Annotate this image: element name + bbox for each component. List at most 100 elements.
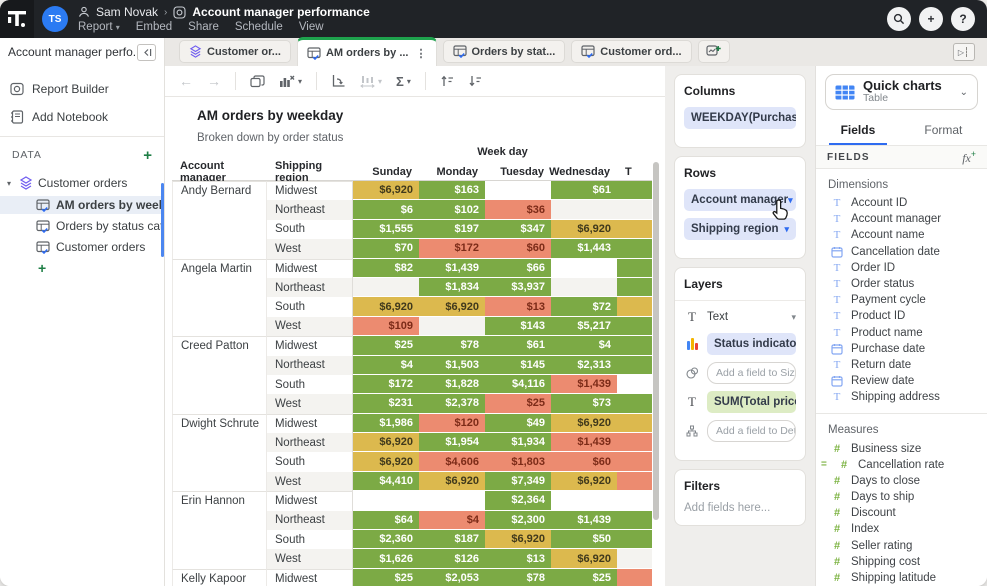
data-cell[interactable]: $25 (551, 569, 617, 586)
dimension-account-name[interactable]: TAccount name (816, 227, 987, 243)
data-cell-partial[interactable] (617, 297, 652, 316)
data-cell[interactable]: $2,378 (419, 394, 485, 413)
row-header-region[interactable]: West (267, 472, 353, 491)
data-cell[interactable]: $1,503 (419, 356, 485, 375)
row-header-region[interactable]: Midwest (267, 336, 353, 355)
table-scrollbar[interactable] (653, 162, 659, 520)
chart-title[interactable]: AM orders by weekday (197, 108, 343, 123)
row-header-manager[interactable]: Erin Hannon (172, 491, 267, 569)
data-cell[interactable]: $6,920 (419, 297, 485, 316)
data-cell[interactable] (485, 181, 551, 200)
sort-ascending-button[interactable] (440, 75, 454, 87)
datasource-item[interactable]: ▾ Customer orders (0, 173, 164, 193)
data-cell[interactable]: $2,360 (353, 530, 419, 549)
column-header-sunday[interactable]: Sunday (353, 164, 419, 181)
data-cell[interactable]: $73 (551, 394, 617, 413)
help-button[interactable]: ? (951, 7, 975, 31)
row-header-region[interactable]: Northeast (267, 356, 353, 375)
layer-input-add-a-field-to-size[interactable]: Add a field to Size (707, 362, 796, 384)
data-cell[interactable]: $172 (419, 239, 485, 258)
search-button[interactable] (887, 7, 911, 31)
field-pill-weekday-purchase-date[interactable]: WEEKDAY(Purchase date)▾ (684, 107, 796, 129)
nav-report[interactable]: Report ▾ (78, 21, 120, 33)
row-header-region[interactable]: Midwest (267, 181, 353, 200)
data-cell-partial[interactable] (617, 491, 652, 510)
measure-index[interactable]: #Index (816, 521, 987, 537)
row-header-region[interactable]: Midwest (267, 414, 353, 433)
data-cell-partial[interactable] (617, 452, 652, 471)
tab-orders-by-stat[interactable]: Orders by stat... (443, 40, 566, 63)
data-cell[interactable]: $61 (485, 336, 551, 355)
dimension-account-id[interactable]: TAccount ID (816, 195, 987, 211)
data-cell[interactable]: $6,920 (551, 414, 617, 433)
row-header-region[interactable]: Northeast (267, 278, 353, 297)
data-cell[interactable]: $1,439 (419, 259, 485, 278)
data-cell[interactable] (419, 317, 485, 336)
data-cell[interactable]: $61 (551, 181, 617, 200)
data-cell-partial[interactable] (617, 375, 652, 394)
measure-shipping-latitude[interactable]: #Shipping latitude (816, 570, 987, 586)
column-header-t[interactable]: T (617, 164, 652, 181)
data-cell[interactable]: $163 (419, 181, 485, 200)
data-cell[interactable]: $231 (353, 394, 419, 413)
nav-embed[interactable]: Embed (136, 21, 172, 33)
row-header-manager[interactable]: Andy Bernard (172, 181, 267, 259)
data-cell[interactable]: $25 (353, 336, 419, 355)
data-cell[interactable]: $6 (353, 200, 419, 219)
data-cell[interactable]: $4 (419, 511, 485, 530)
data-cell[interactable] (419, 491, 485, 510)
data-cell[interactable]: $64 (353, 511, 419, 530)
data-cell[interactable]: $50 (551, 530, 617, 549)
measure-days-to-ship[interactable]: #Days to ship (816, 489, 987, 505)
dimension-product-id[interactable]: TProduct ID (816, 308, 987, 324)
sidebar-item-am-orders-by-weekday[interactable]: AM orders by weekday⋮ (0, 196, 164, 214)
data-cell[interactable]: $25 (353, 569, 419, 586)
add-formula-button[interactable]: fx+ (962, 149, 976, 166)
redo-button[interactable]: → (207, 73, 221, 89)
row-header-region[interactable]: South (267, 220, 353, 239)
data-cell[interactable]: $1,934 (485, 433, 551, 452)
data-cell[interactable]: $78 (419, 336, 485, 355)
data-cell[interactable]: $1,443 (551, 239, 617, 258)
kebab-menu-icon[interactable]: ⋮ (416, 47, 427, 60)
data-cell[interactable]: $197 (419, 220, 485, 239)
data-cell[interactable]: $120 (419, 414, 485, 433)
data-cell[interactable]: $72 (551, 297, 617, 316)
dimension-cancellation-date[interactable]: Cancellation date (816, 244, 987, 260)
tab-format[interactable]: Format (912, 118, 974, 145)
data-cell[interactable] (551, 278, 617, 297)
data-cell-partial[interactable] (617, 200, 652, 219)
measure-days-to-close[interactable]: #Days to close (816, 473, 987, 489)
nav-view[interactable]: View (299, 21, 324, 33)
data-cell[interactable]: $109 (353, 317, 419, 336)
row-header-manager[interactable]: Dwight Schrute (172, 414, 267, 492)
data-cell[interactable]: $6,920 (353, 452, 419, 471)
data-cell[interactable]: $13 (485, 297, 551, 316)
layer-input-add-a-field-to-detail[interactable]: Add a field to Detail (707, 420, 796, 442)
dimension-purchase-date[interactable]: Purchase date (816, 341, 987, 357)
data-cell[interactable]: $2,364 (485, 491, 551, 510)
row-header-manager[interactable]: Angela Martin (172, 259, 267, 337)
data-cell[interactable]: $3,937 (485, 278, 551, 297)
dimension-payment-cycle[interactable]: TPayment cycle (816, 292, 987, 308)
data-cell[interactable]: $4,606 (419, 452, 485, 471)
sidebar-item-orders-by-status-categ[interactable]: Orders by status categ... (0, 217, 164, 235)
data-cell[interactable]: $102 (419, 200, 485, 219)
row-header-region[interactable]: South (267, 375, 353, 394)
chevron-down-icon[interactable]: ▾ (4, 179, 14, 188)
data-cell-partial[interactable] (617, 511, 652, 530)
row-header-region[interactable]: West (267, 239, 353, 258)
data-cell-partial[interactable] (617, 472, 652, 491)
data-cell-partial[interactable] (617, 530, 652, 549)
data-cell[interactable]: $347 (485, 220, 551, 239)
data-cell[interactable]: $6,920 (353, 433, 419, 452)
row-header-region[interactable]: Midwest (267, 259, 353, 278)
remove-chart-button[interactable]: ▾ (279, 75, 302, 88)
row-header-region[interactable]: West (267, 394, 353, 413)
app-logo[interactable] (0, 0, 34, 38)
data-cell[interactable]: $70 (353, 239, 419, 258)
field-pill-status-indicator[interactable]: Status indicator▾ (707, 333, 796, 355)
column-header-wednesday[interactable]: Wednesday (551, 164, 617, 181)
field-pill-sum-total-price[interactable]: SUM(Total price)▾ (707, 391, 796, 413)
data-cell-partial[interactable] (617, 278, 652, 297)
